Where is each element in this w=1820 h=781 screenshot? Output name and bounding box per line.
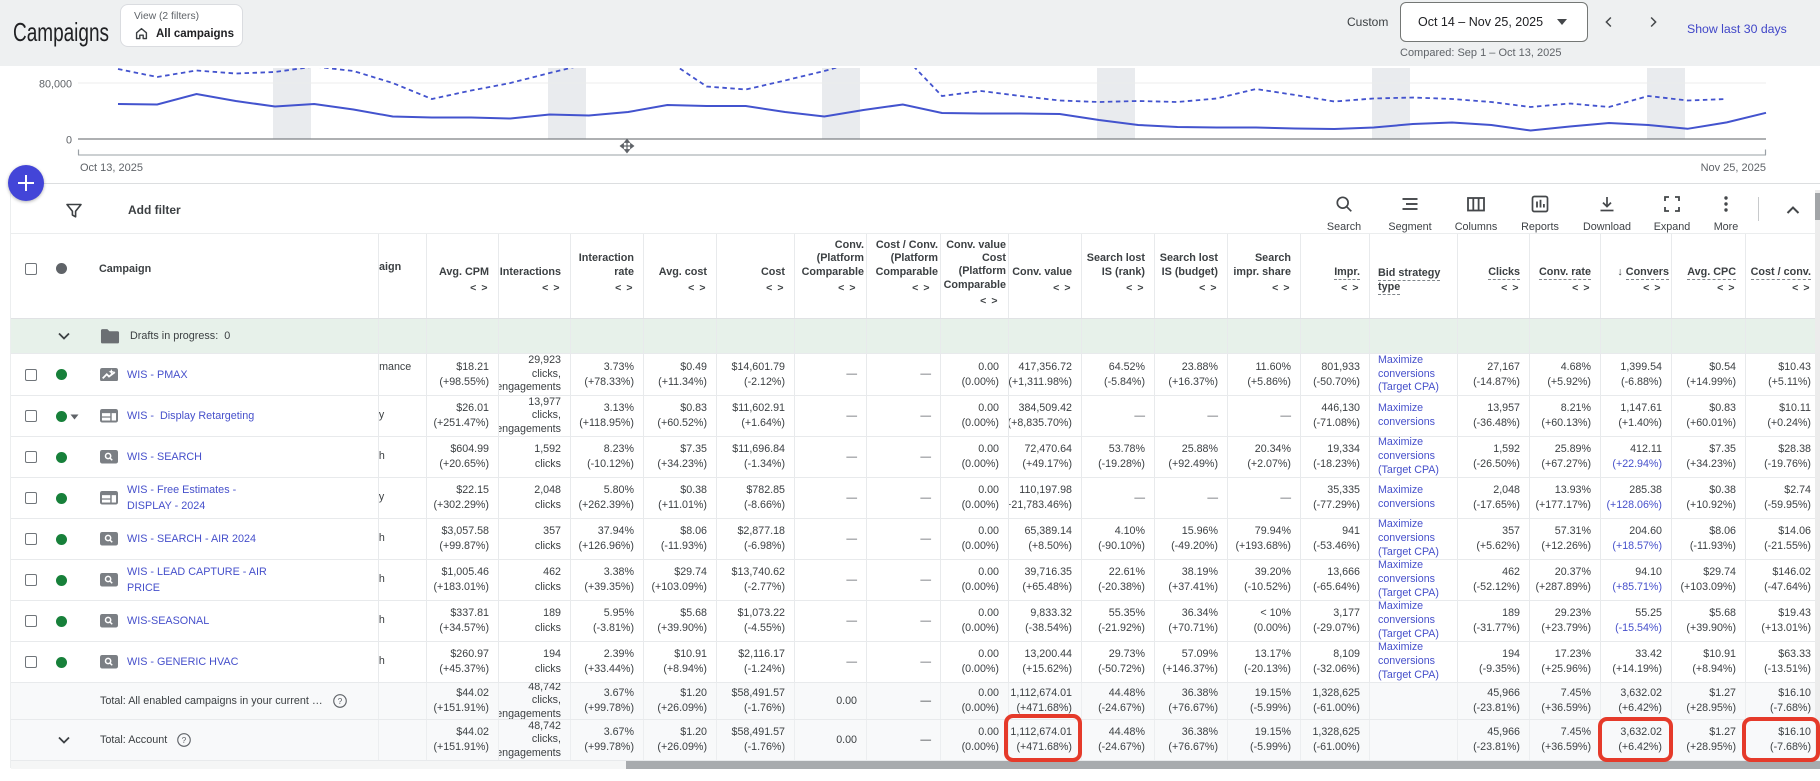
svg-text:Oct 13, 2025: Oct 13, 2025 <box>80 162 143 174</box>
svg-text:Nov 25, 2025: Nov 25, 2025 <box>1701 162 1766 174</box>
svg-text:0: 0 <box>66 135 72 147</box>
svg-text:?: ? <box>337 696 342 706</box>
svg-text:?: ? <box>182 735 187 745</box>
svg-text:80,000: 80,000 <box>39 79 72 91</box>
